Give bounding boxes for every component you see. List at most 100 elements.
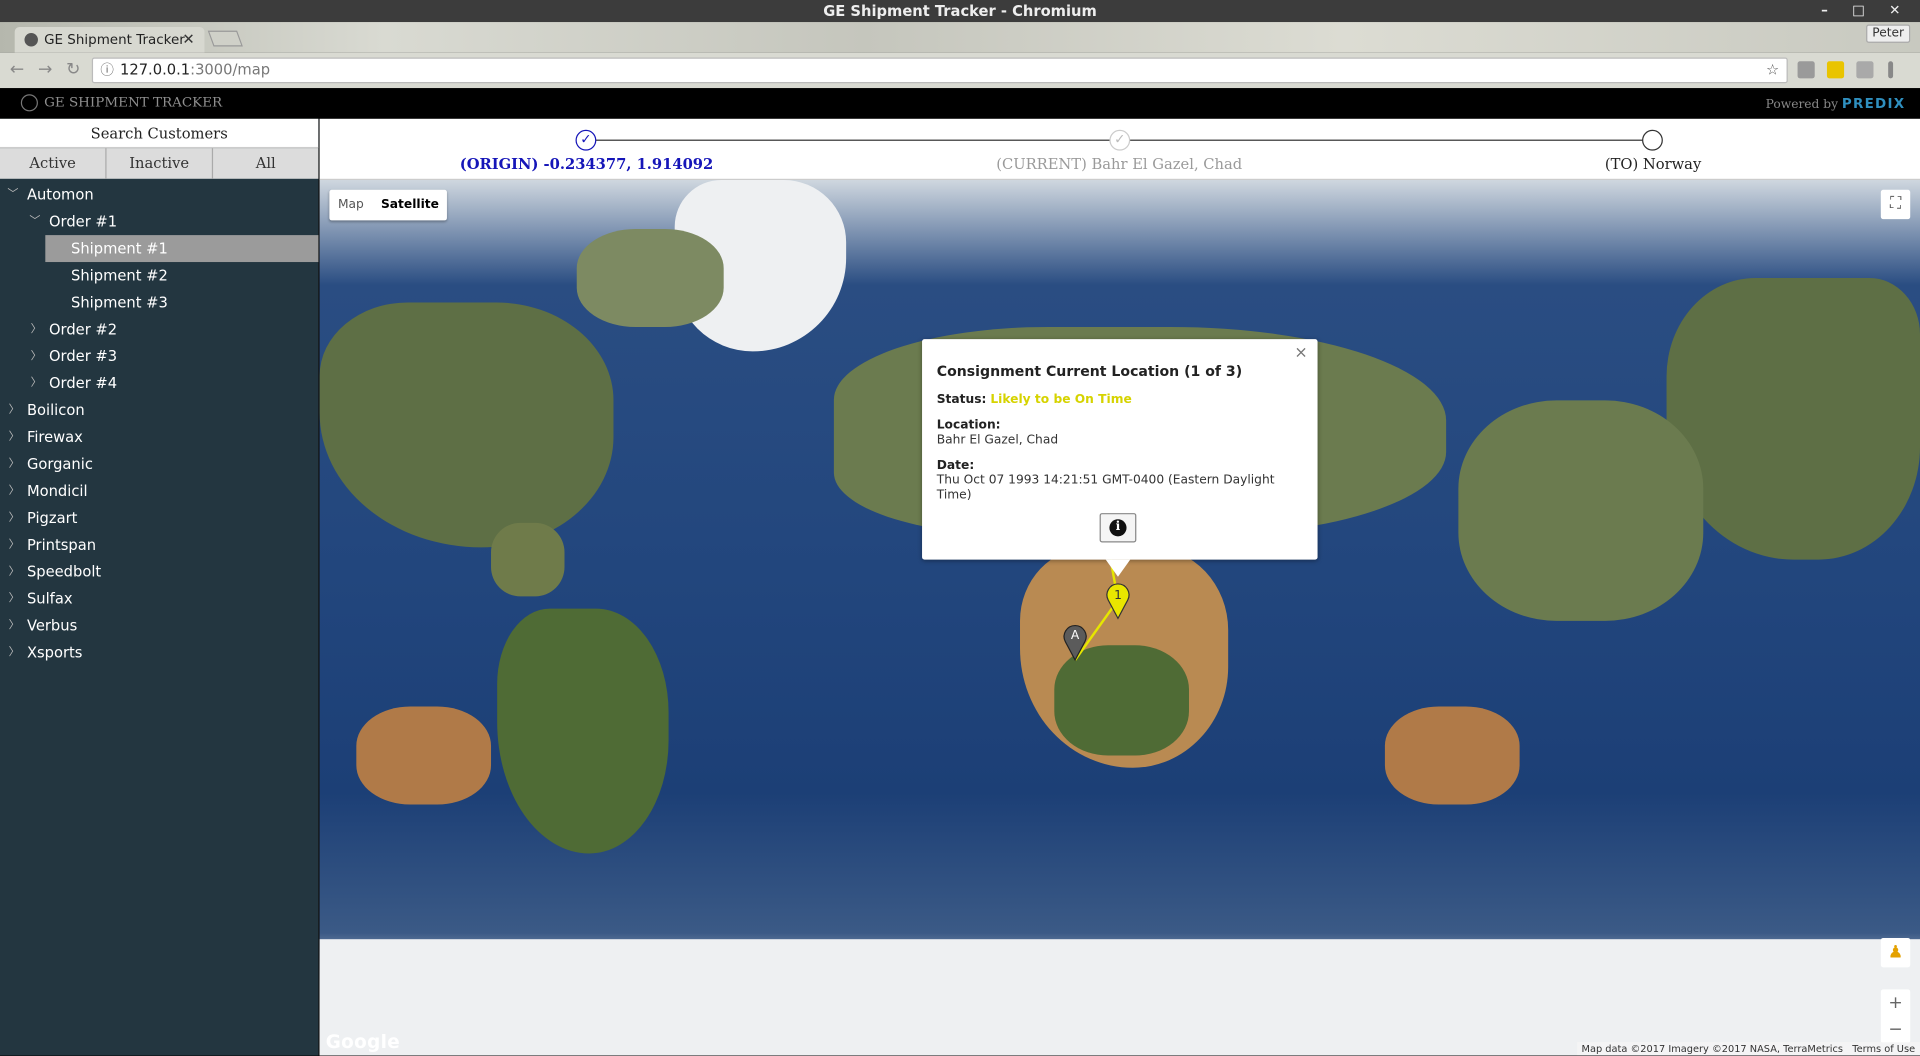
chevron-down-icon: ﹀ <box>7 188 19 201</box>
tree-customer[interactable]: 〉 Firewax <box>0 424 318 451</box>
attribution-text: Map data ©2017 Imagery ©2017 NASA, Terra… <box>1581 1043 1843 1055</box>
zoom-in-button[interactable]: + <box>1881 989 1910 1016</box>
tree-label: Verbus <box>26 617 78 635</box>
tree-label: Shipment #2 <box>71 266 168 285</box>
chevron-right-icon: 〉 <box>30 323 42 336</box>
forward-icon[interactable]: → <box>38 60 52 80</box>
tab-close-icon[interactable]: ✕ <box>182 27 194 53</box>
map-type-map-button[interactable]: Map <box>329 190 372 221</box>
tree-shipment-2[interactable]: Shipment #2 <box>0 262 318 289</box>
tree-customer[interactable]: 〉 Mondicil <box>0 478 318 505</box>
fullscreen-icon[interactable]: ⛶ <box>1880 189 1911 220</box>
zoom-out-button[interactable]: − <box>1881 1016 1910 1043</box>
tree-label: Shipment #3 <box>71 293 168 312</box>
extension-icon[interactable] <box>1797 61 1815 79</box>
consignment-infowindow: × Consignment Current Location (1 of 3) … <box>922 339 1318 577</box>
tree-shipment-3[interactable]: Shipment #3 <box>0 289 318 316</box>
infowindow-title: Consignment Current Location (1 of 3) <box>936 362 1243 380</box>
extension-icon[interactable] <box>1826 61 1845 79</box>
site-info-icon[interactable]: ⓘ <box>100 59 113 82</box>
current-check-icon: ✓ <box>1109 129 1131 151</box>
tree-label: Xsports <box>26 644 83 662</box>
browser-tab[interactable]: GE Shipment Tracker ✕ <box>14 26 205 53</box>
powered-by: Powered by PREDIX <box>1766 96 1906 112</box>
tree-label: Sulfax <box>26 590 73 608</box>
tree-label: Mondicil <box>26 482 88 500</box>
reload-icon[interactable]: ↻ <box>66 60 80 80</box>
tree-customer[interactable]: 〉 Printspan <box>0 531 318 558</box>
url-path: :3000/map <box>190 61 271 79</box>
info-button[interactable]: i <box>1099 513 1137 543</box>
shipment-progress-stepper: ✓ ✓ (ORIGIN) -0.234377, 1.914092 (CURREN… <box>319 118 1920 181</box>
filter-active-button[interactable]: Active <box>0 148 107 179</box>
window-title: GE Shipment Tracker - Chromium <box>823 2 1097 20</box>
tree-label: Pigzart <box>26 509 78 527</box>
window-controls[interactable]: – □ ✕ <box>1821 0 1910 22</box>
menu-icon[interactable] <box>1888 61 1894 79</box>
powered-by-label: Powered by <box>1765 97 1839 112</box>
destination-label: (TO) Norway <box>1604 155 1702 173</box>
location-value: Bahr El Gazel, Chad <box>936 433 1059 447</box>
tree-label: Boilicon <box>26 401 85 419</box>
chevron-right-icon: 〉 <box>8 538 20 552</box>
pegman-icon[interactable]: ♟ <box>1880 937 1911 968</box>
status-row: Status: Likely to be On Time <box>937 393 1303 408</box>
satellite-map[interactable]: A 1 Map Satellite ⛶ ♟ + − Google Map dat… <box>319 180 1920 1056</box>
tree-label: Shipment #1 <box>71 240 168 258</box>
chevron-right-icon: 〉 <box>30 350 42 363</box>
extension-icon[interactable] <box>1856 61 1874 79</box>
bookmark-star-icon[interactable]: ☆ <box>1766 59 1779 82</box>
date-label: Date: <box>936 459 975 473</box>
tree-customer[interactable]: 〉 Sulfax <box>0 585 318 612</box>
tree-customer[interactable]: 〉 Speedbolt <box>0 558 318 585</box>
tree-order-3[interactable]: 〉 Order #3 <box>0 343 318 370</box>
tree-order-2[interactable]: 〉 Order #2 <box>0 316 318 343</box>
browser-toolbar: ← → ↻ ⓘ 127.0.0.1:3000/map ☆ <box>0 52 1920 89</box>
tree-customer[interactable]: 〉 Xsports <box>0 639 318 666</box>
status-label: Status: <box>936 393 987 407</box>
browser-tabstrip: GE Shipment Tracker ✕ Peter <box>0 22 1920 53</box>
search-customers-title: Search Customers <box>0 118 319 149</box>
app-brand: GE SHIPMENT TRACKER <box>44 94 223 111</box>
address-bar[interactable]: ⓘ 127.0.0.1:3000/map ☆ <box>91 57 1788 84</box>
origin-label: (ORIGIN) -0.234377, 1.914092 <box>459 155 714 173</box>
close-icon[interactable]: × <box>1294 344 1307 362</box>
terms-link[interactable]: Terms of Use <box>1852 1043 1915 1054</box>
back-icon[interactable]: ← <box>10 60 24 80</box>
filter-all-button[interactable]: All <box>213 148 318 179</box>
google-logo: Google <box>325 1031 401 1054</box>
chevron-right-icon: 〉 <box>8 511 20 525</box>
tree-order-4[interactable]: 〉 Order #4 <box>0 370 318 397</box>
new-tab-button[interactable] <box>207 30 243 47</box>
chevron-right-icon: 〉 <box>8 646 20 659</box>
tree-customer[interactable]: 〉 Gorganic <box>0 451 318 478</box>
zoom-control: + − <box>1880 989 1911 1044</box>
tree-customer[interactable]: 〉 Verbus <box>0 612 318 639</box>
status-value: Likely to be On Time <box>990 393 1132 407</box>
destination-circle-icon <box>1642 129 1663 151</box>
tree-customer[interactable]: 〉 Pigzart <box>0 504 318 531</box>
location-row: Location: Bahr El Gazel, Chad <box>937 419 1303 448</box>
current-marker-label: 1 <box>1114 588 1122 602</box>
location-label: Location: <box>936 418 1001 433</box>
date-value: Thu Oct 07 1993 14:21:51 GMT-0400 (Easte… <box>936 473 1275 503</box>
map-type-satellite-button[interactable]: Satellite <box>372 190 447 221</box>
chevron-right-icon: 〉 <box>8 431 20 444</box>
ge-logo-icon <box>20 94 38 112</box>
chevron-right-icon: 〉 <box>8 592 20 605</box>
window-titlebar: GE Shipment Tracker - Chromium – □ ✕ <box>0 0 1920 23</box>
current-marker[interactable]: 1 <box>1106 583 1130 620</box>
tree-shipment-1[interactable]: Shipment #1 <box>45 235 319 263</box>
tree-customer-automon[interactable]: ﹀ Automon <box>0 181 318 208</box>
app-header: GE SHIPMENT TRACKER Powered by PREDIX <box>0 88 1920 119</box>
tree-customer[interactable]: 〉 Boilicon <box>0 397 318 424</box>
tree-label: Speedbolt <box>26 563 102 581</box>
predix-logo: PREDIX <box>1841 95 1906 112</box>
profile-button[interactable]: Peter <box>1866 24 1911 43</box>
origin-marker[interactable]: A <box>1063 625 1087 662</box>
ge-favicon-icon <box>24 33 38 47</box>
filter-inactive-button[interactable]: Inactive <box>107 148 214 179</box>
chevron-right-icon: 〉 <box>8 404 20 417</box>
tree-label: Firewax <box>26 428 83 446</box>
tree-order-1[interactable]: ﹀ Order #1 <box>0 208 318 235</box>
